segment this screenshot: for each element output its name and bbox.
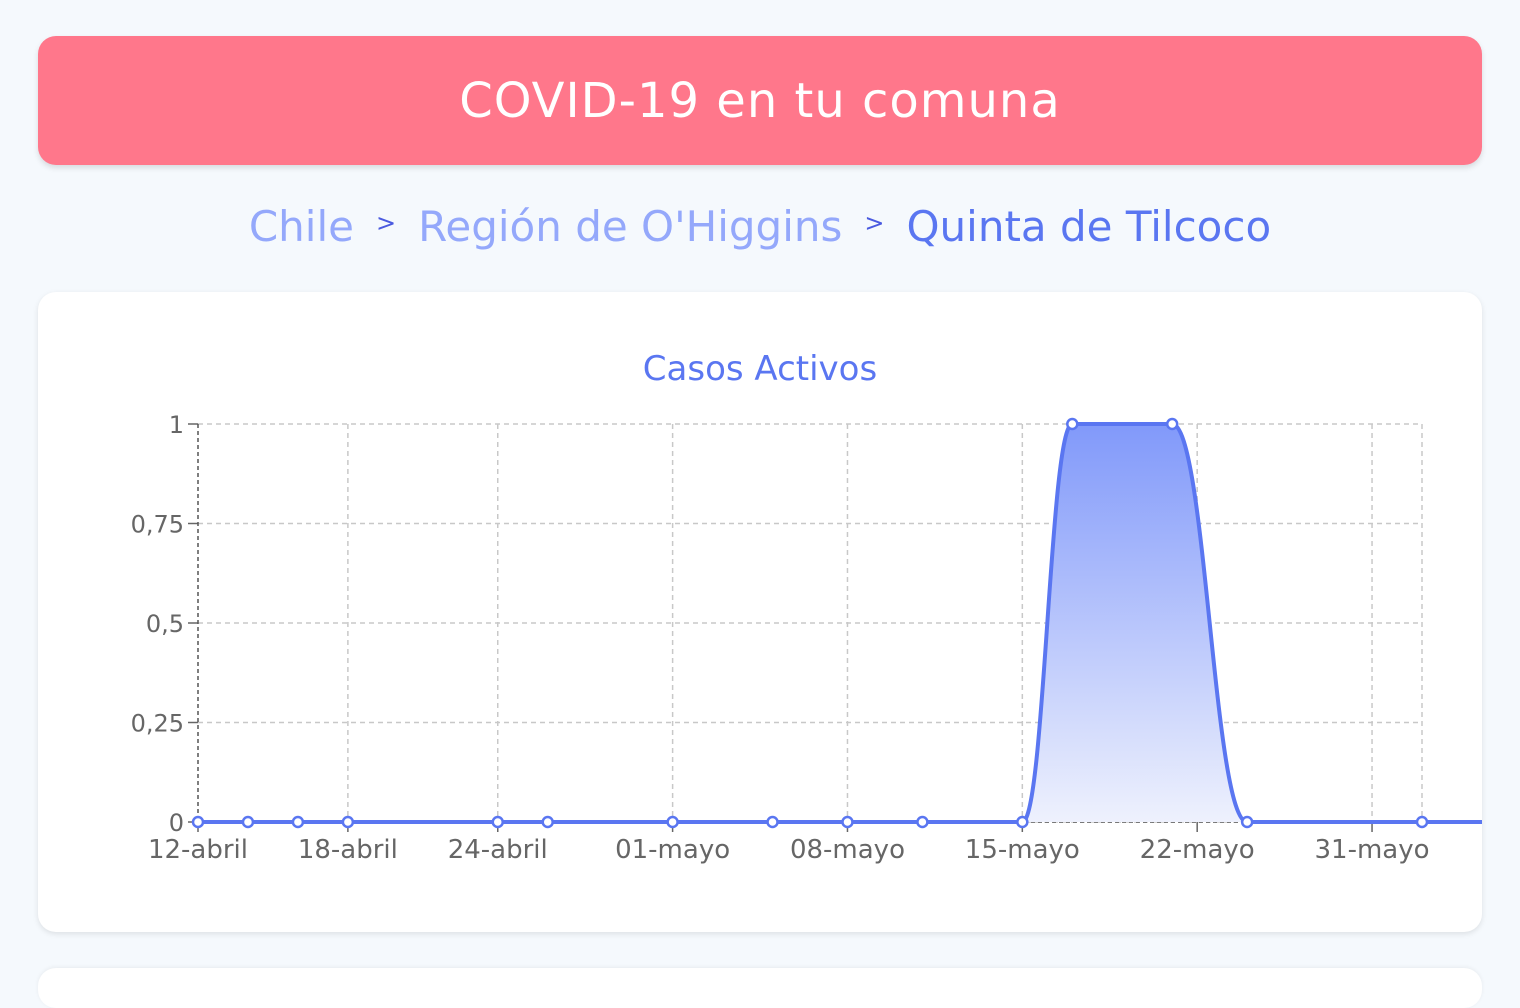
data-point [841,815,854,829]
x-tick-label: 08-mayo [790,835,905,865]
chart-title: Casos Activos [643,349,877,389]
y-tick-label: 0 [169,809,184,837]
next-card [38,968,1482,1008]
breadcrumb-country-link[interactable]: Chile [249,202,354,251]
data-point [491,815,505,829]
active-cases-chart[interactable]: Casos Activos 0 0,25 0,5 0,75 1 12-abril 18-ab… [38,292,1504,932]
data-point [1165,417,1179,431]
y-tick-label: 1 [169,411,184,439]
x-tick-label: 15-mayo [965,835,1080,865]
data-point [666,815,679,829]
breadcrumb-current-commune: Quinta de Tilcoco [906,201,1272,251]
y-tick-label: 0,75 [131,511,184,539]
page-title: COVID-19 en tu comuna [459,72,1061,129]
x-tick-label: 18-abril [298,835,398,865]
x-tick-label: 12-abril [148,835,248,865]
data-point [916,815,929,829]
data-point [541,815,554,829]
x-tick-label: 01-mayo [615,835,730,865]
data-point [341,815,355,829]
data-point [241,815,255,829]
breadcrumb-separator: > [375,209,397,237]
breadcrumb-region-link[interactable]: Región de O'Higgins [418,202,842,251]
chart-grid [198,423,1423,823]
x-tick-label: 24-abril [448,835,548,865]
x-tick-label: 22-mayo [1140,835,1255,865]
y-tick-label: 0,5 [146,610,184,638]
y-tick-label: 0,25 [131,710,184,738]
data-point [1016,815,1029,829]
data-point [766,815,779,829]
data-point [191,815,205,829]
data-point [291,815,305,829]
breadcrumb-separator: > [864,209,885,237]
data-point [1240,815,1254,829]
data-point [1415,815,1429,829]
data-point [1066,417,1079,431]
x-tick-label: 31-mayo [1315,835,1430,865]
breadcrumb: Chile > Región de O'Higgins > Quinta de … [0,196,1520,256]
page-header: COVID-19 en tu comuna [38,36,1482,165]
chart-card: Casos Activos 0 0,25 0,5 0,75 1 12-abril 18-ab… [38,292,1504,932]
